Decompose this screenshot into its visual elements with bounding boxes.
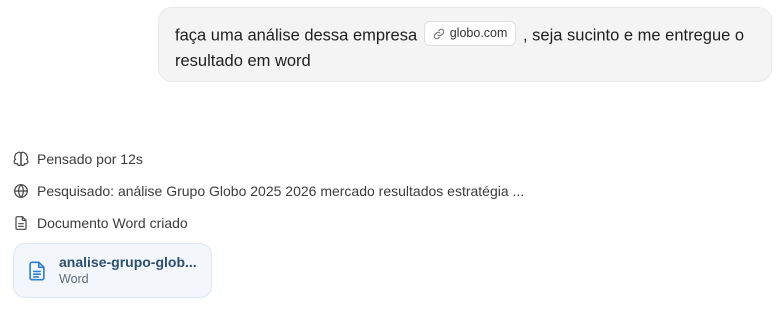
brain-icon — [13, 151, 29, 167]
user-message-text-before: faça uma análise dessa empresa — [175, 26, 418, 45]
word-file-card[interactable]: analise-grupo-glob... Word — [13, 243, 212, 298]
user-message-bubble: faça uma análise dessa empresa globo.com… — [158, 7, 772, 82]
file-meta: analise-grupo-glob... Word — [59, 254, 197, 288]
step-label: Documento Word criado — [37, 214, 188, 231]
file-name: analise-grupo-glob... — [59, 253, 197, 270]
step-label: Pesquisado: análise Grupo Globo 2025 202… — [37, 182, 525, 199]
assistant-steps: Pensado por 12s Pesquisado: análise Grup… — [13, 148, 524, 244]
word-document-icon — [26, 260, 48, 282]
step-thinking[interactable]: Pensado por 12s — [13, 148, 524, 169]
file-type: Word — [59, 271, 89, 286]
step-label: Pensado por 12s — [37, 150, 143, 167]
link-chip-label: globo.com — [449, 26, 508, 40]
document-icon — [13, 215, 29, 231]
step-document[interactable]: Documento Word criado — [13, 212, 524, 233]
step-search[interactable]: Pesquisado: análise Grupo Globo 2025 202… — [13, 180, 524, 201]
chat-view: faça uma análise dessa empresa globo.com… — [0, 0, 782, 311]
link-icon — [433, 28, 445, 40]
globe-icon — [13, 183, 29, 199]
link-chip[interactable]: globo.com — [423, 21, 517, 46]
